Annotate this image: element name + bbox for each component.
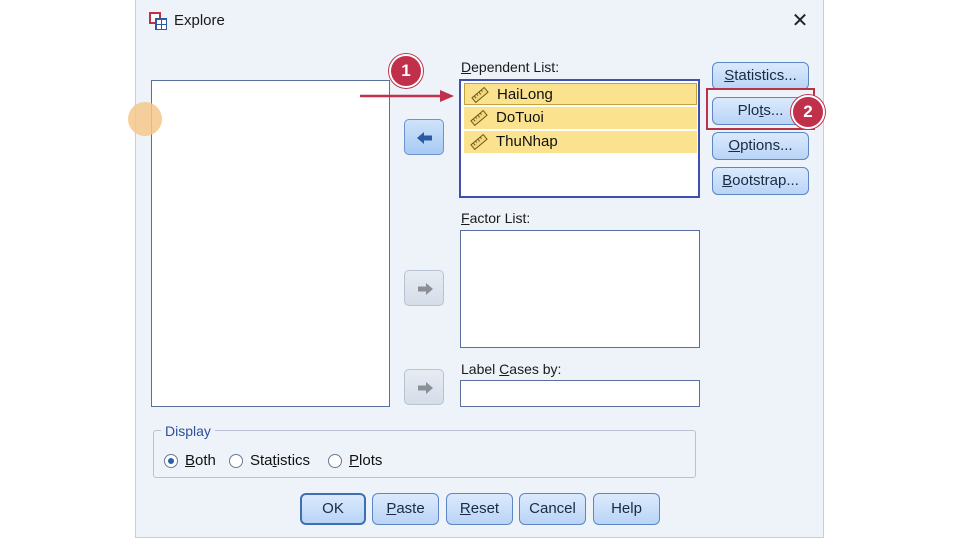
- title-bar: Explore ✕: [136, 0, 823, 42]
- dependent-list-label: Dependent List:: [461, 59, 560, 75]
- source-variable-list[interactable]: [151, 80, 390, 407]
- display-legend: Display: [161, 423, 215, 439]
- move-to-label-cases-button[interactable]: [404, 369, 444, 405]
- window-title: Explore: [174, 12, 225, 29]
- close-icon: ✕: [791, 10, 809, 32]
- statistics-button[interactable]: Statistics...: [712, 62, 809, 90]
- move-to-factor-button[interactable]: [404, 270, 444, 306]
- reset-button[interactable]: Reset: [446, 493, 513, 525]
- ruler-icon: [470, 110, 488, 126]
- watermark-logo-icon: [128, 102, 162, 136]
- display-both-label[interactable]: Both: [185, 452, 216, 469]
- help-button[interactable]: Help: [593, 493, 660, 525]
- dependent-list[interactable]: HaiLong DoTuoi ThuNhap: [459, 79, 700, 198]
- ruler-icon: [470, 134, 488, 150]
- arrow-right-icon: [418, 382, 433, 394]
- spss-app-icon: [149, 12, 167, 30]
- list-item[interactable]: ThuNhap: [464, 131, 697, 153]
- step-1-badge: 1: [389, 54, 423, 88]
- move-to-dependent-button[interactable]: [404, 119, 444, 155]
- ok-button[interactable]: OK: [300, 493, 366, 525]
- cancel-button[interactable]: Cancel: [519, 493, 586, 525]
- paste-button[interactable]: Paste: [372, 493, 439, 525]
- arrow-right-icon: [418, 283, 433, 295]
- ruler-icon: [471, 87, 489, 103]
- label-cases-label: Label Cases by:: [461, 361, 562, 377]
- display-statistics-label[interactable]: Statistics: [250, 452, 310, 469]
- factor-list[interactable]: [460, 230, 700, 348]
- explore-dialog: Explore ✕ Dependent List: HaiLong DoTuoi…: [135, 0, 824, 538]
- label-cases-field[interactable]: [460, 380, 700, 407]
- annotation-arrow-icon: [360, 90, 454, 102]
- options-button[interactable]: Options...: [712, 132, 809, 160]
- step-2-badge: 2: [791, 95, 825, 129]
- close-button[interactable]: ✕: [785, 7, 815, 35]
- list-item[interactable]: DoTuoi: [464, 107, 697, 129]
- bootstrap-button[interactable]: Bootstrap...: [712, 167, 809, 195]
- arrow-left-icon: [417, 132, 432, 144]
- display-both-radio[interactable]: [164, 454, 178, 468]
- display-statistics-radio[interactable]: [229, 454, 243, 468]
- list-item[interactable]: HaiLong: [464, 83, 697, 105]
- display-plots-label[interactable]: Plots: [349, 452, 382, 469]
- display-plots-radio[interactable]: [328, 454, 342, 468]
- factor-list-label: Factor List:: [461, 210, 531, 226]
